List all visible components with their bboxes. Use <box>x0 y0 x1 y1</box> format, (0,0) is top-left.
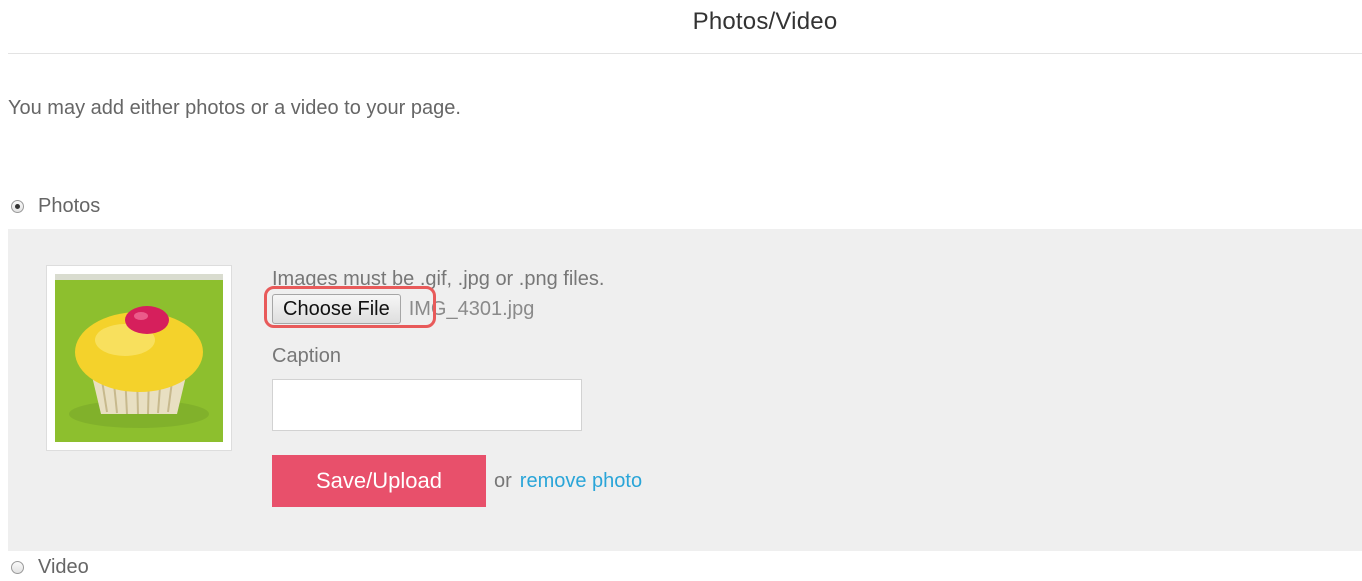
upload-actions: Save/Upload or remove photo <box>272 455 642 507</box>
video-radio-label: Video <box>38 556 89 578</box>
remove-photo-link[interactable]: remove photo <box>520 470 642 493</box>
selected-file-name: IMG_4301.jpg <box>408 297 535 320</box>
photo-thumbnail <box>46 265 232 451</box>
title-divider <box>8 53 1362 54</box>
intro-text: You may add either photos or a video to … <box>8 97 461 119</box>
file-picker: Choose File IMG_4301.jpg <box>264 286 642 328</box>
page: Photos/Video You may add either photos o… <box>0 0 1362 581</box>
cupcake-photo-icon <box>55 274 223 442</box>
video-radio[interactable] <box>11 561 24 574</box>
choose-file-button[interactable]: Choose File <box>272 294 401 324</box>
caption-input[interactable] <box>272 379 582 431</box>
caption-label: Caption <box>272 345 341 367</box>
save-upload-button[interactable]: Save/Upload <box>272 455 486 507</box>
page-title: Photos/Video <box>692 8 838 35</box>
photos-option[interactable]: Photos <box>8 195 100 218</box>
photos-radio-label: Photos <box>38 195 101 217</box>
upload-form: Images must be .gif, .jpg or .png files.… <box>264 267 642 507</box>
photos-radio[interactable] <box>11 200 24 213</box>
file-type-hint: Images must be .gif, .jpg or .png files. <box>272 268 605 290</box>
or-separator: or <box>494 469 512 492</box>
photo-upload-panel: Images must be .gif, .jpg or .png files.… <box>8 229 1362 551</box>
video-option[interactable]: Video <box>8 556 89 579</box>
